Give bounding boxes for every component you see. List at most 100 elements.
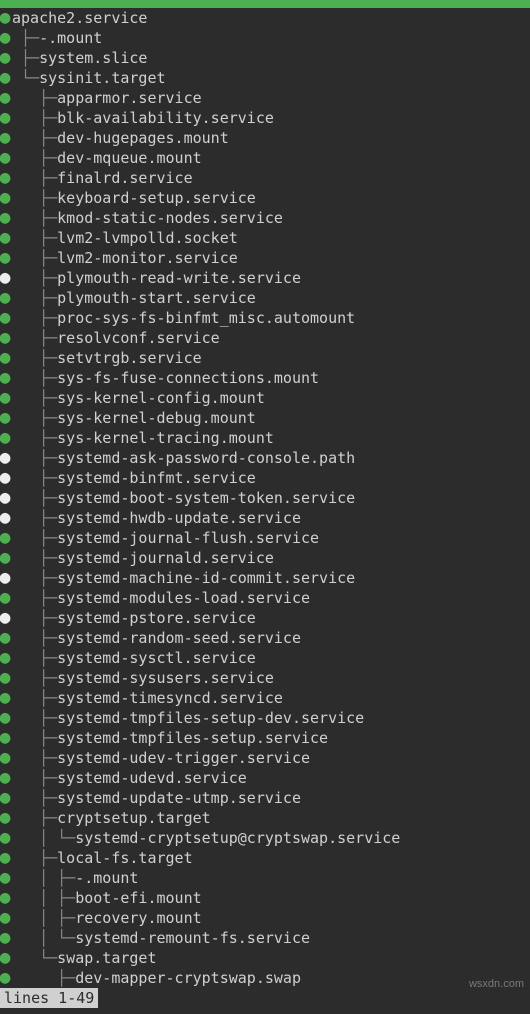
status-bullet: ● — [0, 28, 12, 48]
status-bullet: ● — [0, 728, 12, 748]
status-bullet: ● — [0, 868, 12, 888]
unit-name: systemd-journald.service — [57, 548, 274, 568]
tree-branch: ├─ — [12, 468, 57, 488]
tree-line: ● ├─systemd-pstore.service — [0, 608, 530, 628]
unit-name: lvm2-monitor.service — [57, 248, 238, 268]
status-bullet: ● — [0, 308, 12, 328]
tree-branch: ├─ — [12, 408, 57, 428]
status-bullet: ● — [0, 348, 12, 368]
unit-name: sys-fs-fuse-connections.mount — [57, 368, 319, 388]
tree-branch: ├─ — [12, 268, 57, 288]
tree-branch: ├─ — [12, 568, 57, 588]
tree-branch: │ ├─ — [12, 888, 75, 908]
status-bullet: ● — [0, 688, 12, 708]
status-bullet: ● — [0, 468, 12, 488]
tree-line: ● ├─systemd-tmpfiles-setup.service — [0, 728, 530, 748]
tree-branch: ├─ — [12, 248, 57, 268]
tree-line: ● ├─blk-availability.service — [0, 108, 530, 128]
tree-line: ● ├─sys-fs-fuse-connections.mount — [0, 368, 530, 388]
status-bullet: ● — [0, 768, 12, 788]
tree-branch: ├─ — [12, 28, 39, 48]
tree-branch: ├─ — [12, 208, 57, 228]
unit-name: lvm2-lvmpolld.socket — [57, 228, 238, 248]
unit-name: systemd-random-seed.service — [57, 628, 301, 648]
tree-line: ● ├─systemd-modules-load.service — [0, 588, 530, 608]
unit-name: systemd-remount-fs.service — [75, 928, 310, 948]
tree-line: ● ├─systemd-boot-system-token.service — [0, 488, 530, 508]
status-bullet: ● — [0, 848, 12, 868]
tree-line: ● ├─systemd-machine-id-commit.service — [0, 568, 530, 588]
tree-branch: ├─ — [12, 228, 57, 248]
unit-name: cryptsetup.target — [57, 808, 211, 828]
tree-line: ● ├─sys-kernel-tracing.mount — [0, 428, 530, 448]
unit-name: plymouth-read-write.service — [57, 268, 301, 288]
unit-name: sys-kernel-debug.mount — [57, 408, 256, 428]
unit-name: finalrd.service — [57, 168, 192, 188]
tree-line: ● ├─-.mount — [0, 28, 530, 48]
tree-branch: ├─ — [12, 588, 57, 608]
tree-branch: ├─ — [12, 968, 75, 988]
unit-name: systemd-sysusers.service — [57, 668, 274, 688]
status-bullet: ● — [0, 628, 12, 648]
tree-branch: ├─ — [12, 688, 57, 708]
tree-line: ● ├─apparmor.service — [0, 88, 530, 108]
status-bullet: ● — [0, 68, 12, 88]
tree-line: ● └─sysinit.target — [0, 68, 530, 88]
tree-branch: ├─ — [12, 628, 57, 648]
status-bullet: ● — [0, 288, 12, 308]
tree-line: ● ├─system.slice — [0, 48, 530, 68]
unit-name: systemd-machine-id-commit.service — [57, 568, 355, 588]
unit-name: systemd-pstore.service — [57, 608, 256, 628]
unit-name: systemd-ask-password-console.path — [57, 448, 355, 468]
unit-name: systemd-udevd.service — [57, 768, 247, 788]
tree-branch: ├─ — [12, 748, 57, 768]
status-bullet: ● — [0, 928, 12, 948]
terminal-output[interactable]: ●apache2.service ● ├─-.mount● ├─system.s… — [0, 8, 530, 1008]
tree-line: ● ├─systemd-udev-trigger.service — [0, 748, 530, 768]
status-bullet: ● — [0, 248, 12, 268]
status-bullet: ● — [0, 428, 12, 448]
status-bullet: ● — [0, 148, 12, 168]
tree-line: ● │ ├─boot-efi.mount — [0, 888, 530, 908]
tree-branch: ├─ — [12, 148, 57, 168]
unit-name: systemd-cryptsetup@cryptswap.service — [75, 828, 400, 848]
tree-line: ● ├─dev-mqueue.mount — [0, 148, 530, 168]
tree-line: ● ├─local-fs.target — [0, 848, 530, 868]
tree-line: ● ├─kmod-static-nodes.service — [0, 208, 530, 228]
status-bullet: ● — [0, 408, 12, 428]
tree-branch: ├─ — [12, 388, 57, 408]
tree-branch: ├─ — [12, 808, 57, 828]
status-bullet: ● — [0, 48, 12, 68]
unit-name: systemd-boot-system-token.service — [57, 488, 355, 508]
tree-branch: ├─ — [12, 88, 57, 108]
status-bullet: ● — [0, 828, 12, 848]
tree-line: ● ├─systemd-hwdb-update.service — [0, 508, 530, 528]
tree-line: ● ├─systemd-tmpfiles-setup-dev.service — [0, 708, 530, 728]
tree-branch: ├─ — [12, 728, 57, 748]
tree-line: ● │ └─systemd-remount-fs.service — [0, 928, 530, 948]
unit-name: swap.target — [57, 948, 156, 968]
tree-line: ● ├─systemd-ask-password-console.path — [0, 448, 530, 468]
status-bullet: ● — [0, 88, 12, 108]
unit-name: systemd-udev-trigger.service — [57, 748, 310, 768]
unit-name: -.mount — [39, 28, 102, 48]
tree-branch: ├─ — [12, 848, 57, 868]
tree-branch: │ ├─ — [12, 868, 75, 888]
unit-name: resolvconf.service — [57, 328, 220, 348]
status-bullet: ● — [0, 708, 12, 728]
tree-line: ● └─swap.target — [0, 948, 530, 968]
tree-branch: ├─ — [12, 788, 57, 808]
unit-name: keyboard-setup.service — [57, 188, 256, 208]
tree-line: ● │ ├─recovery.mount — [0, 908, 530, 928]
status-bullet: ● — [0, 108, 12, 128]
unit-name: systemd-tmpfiles-setup-dev.service — [57, 708, 364, 728]
tree-branch: ├─ — [12, 308, 57, 328]
tree-line: ● ├─sys-kernel-debug.mount — [0, 408, 530, 428]
status-bullet: ● — [0, 888, 12, 908]
status-bullet: ● — [0, 648, 12, 668]
tree-branch: ├─ — [12, 428, 57, 448]
tree-branch: │ └─ — [12, 928, 75, 948]
status-bullet: ● — [0, 208, 12, 228]
status-bullet: ● — [0, 328, 12, 348]
unit-name: dev-mqueue.mount — [57, 148, 202, 168]
